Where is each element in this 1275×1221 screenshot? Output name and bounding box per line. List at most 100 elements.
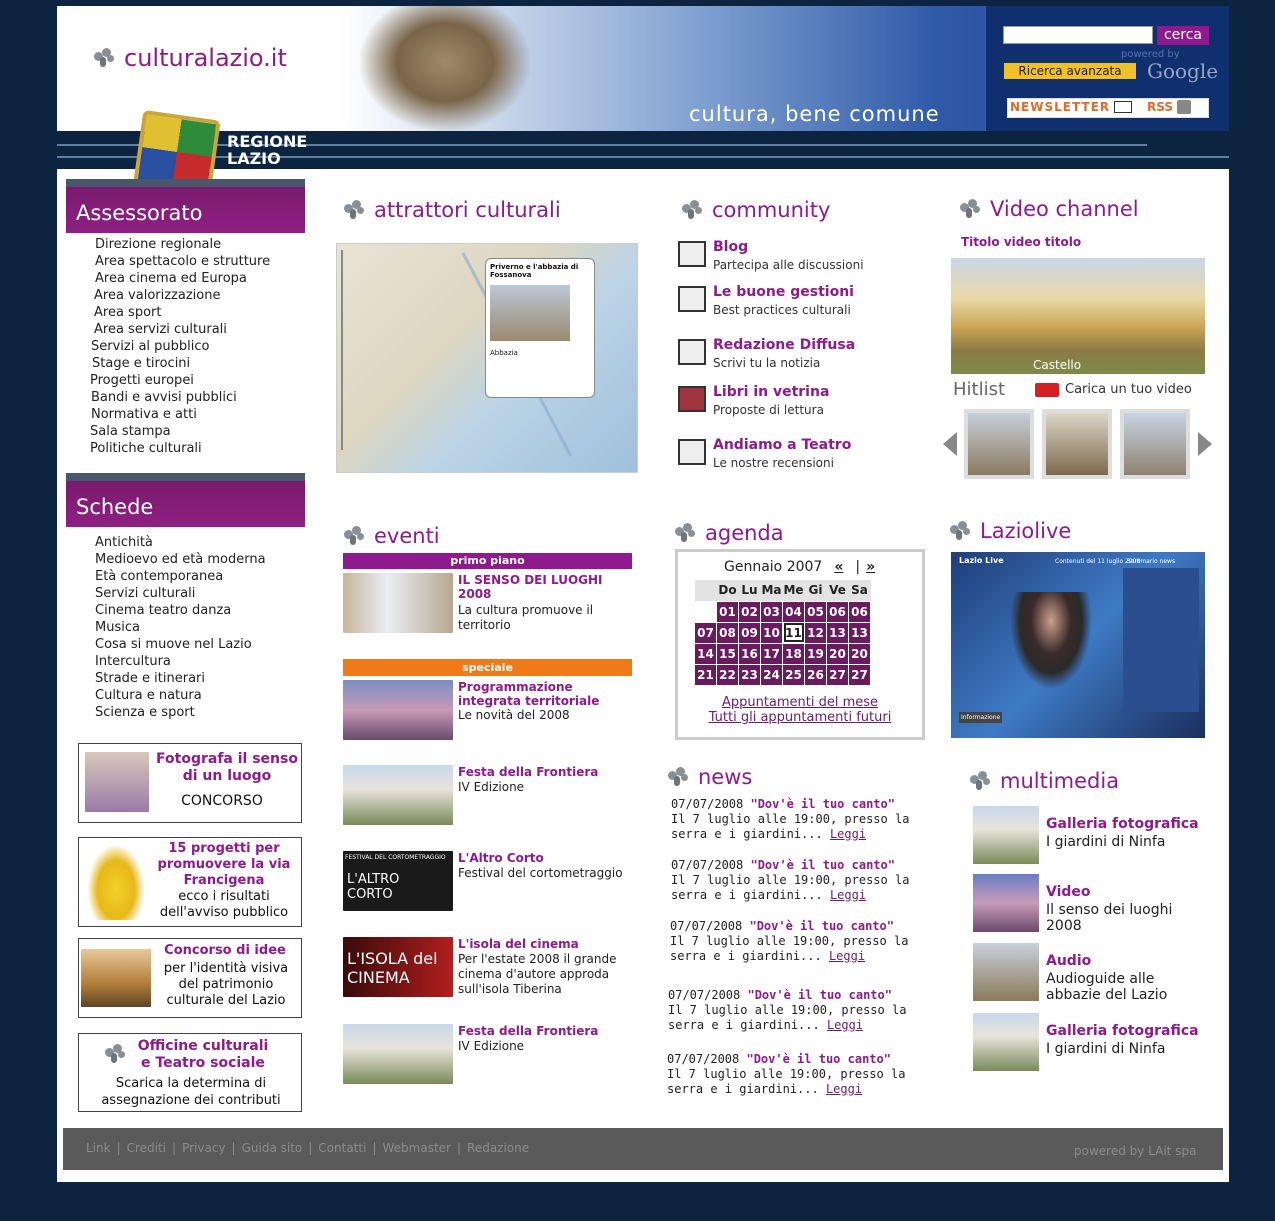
sidebar-item-schede[interactable]: Età contemporanea — [95, 568, 266, 585]
calendar-day[interactable]: 09 — [738, 621, 761, 644]
sidebar-item-schede[interactable]: Strade e itinerari — [95, 670, 266, 687]
calendar-day[interactable]: 12 — [804, 621, 827, 644]
event-image-altro-corto[interactable]: FESTIVAL DEL CORTOMETRAGGIO L'ALTRO CORT… — [343, 851, 453, 911]
event-image-frontiera-2[interactable] — [343, 1024, 453, 1084]
sidebar-item-assessorato[interactable]: Direzione regionale — [89, 236, 270, 253]
multimedia-item-title[interactable]: Video — [1046, 884, 1091, 900]
calendar-day[interactable]: 21 — [694, 663, 717, 686]
news-read-link[interactable]: Leggi — [826, 1082, 862, 1096]
calendar-day[interactable]: 20 — [848, 642, 871, 665]
calendar-day[interactable]: 04 — [782, 600, 805, 623]
calendar-day[interactable]: 03 — [760, 600, 783, 623]
calendar-day[interactable]: 01 — [716, 600, 739, 623]
search-input[interactable] — [1003, 26, 1153, 44]
event-title[interactable]: L'isola del cinema — [458, 937, 628, 951]
attrattori-map[interactable]: Priverno e l'abbazia di Fossanova Abbazi… — [336, 243, 638, 473]
sidebar-item-assessorato[interactable]: Bandi e avvisi pubblici — [89, 389, 270, 406]
footer-link[interactable]: Link — [86, 1141, 111, 1155]
news-title[interactable]: "Dov'è il tuo canto" — [746, 1052, 891, 1066]
event-title[interactable]: L'Altro Corto — [458, 851, 628, 865]
hitlist-thumb-2[interactable] — [1042, 409, 1112, 479]
calendar-day[interactable]: 27 — [826, 663, 849, 686]
calendar-prev-button[interactable]: « — [834, 559, 843, 575]
calendar-day[interactable]: 17 — [760, 642, 783, 665]
multimedia-thumb[interactable] — [973, 943, 1039, 1001]
news-read-link[interactable]: Leggi — [829, 949, 865, 963]
sidebar-item-schede[interactable]: Scienza e sport — [95, 704, 266, 721]
rss-link[interactable]: RSS — [1147, 100, 1191, 114]
event-title[interactable]: Festa della Frontiera — [458, 1024, 628, 1038]
community-item-title[interactable]: Andiamo a Teatro — [713, 437, 851, 453]
calendar-month-link[interactable]: Appuntamenti del mese — [678, 695, 922, 710]
calendar-day[interactable]: 06 — [826, 600, 849, 623]
promo-francigena[interactable]: 15 progetti per promuovere la via Franci… — [78, 837, 302, 927]
promo-officine[interactable]: Officine culturali e Teatro sociale Scar… — [78, 1033, 302, 1112]
search-button[interactable]: cerca — [1157, 26, 1209, 45]
sidebar-item-assessorato[interactable]: Area spettacolo e strutture — [89, 253, 270, 270]
calendar-day[interactable]: 07 — [694, 621, 717, 644]
news-title[interactable]: "Dov'è il tuo canto" — [750, 797, 895, 811]
calendar-day[interactable]: 26 — [804, 663, 827, 686]
sidebar-item-assessorato[interactable]: Politiche culturali — [89, 440, 270, 457]
sidebar-item-assessorato[interactable]: Stage e tirocini — [89, 355, 270, 372]
footer-link[interactable]: Privacy — [182, 1141, 225, 1155]
multimedia-item-title[interactable]: Audio — [1046, 953, 1091, 969]
video-item-title[interactable]: Titolo video titolo — [961, 235, 1081, 249]
calendar-day[interactable]: 25 — [782, 663, 805, 686]
community-item-title[interactable]: Libri in vetrina — [713, 384, 829, 400]
promo-fotografa[interactable]: Fotografa il senso di un luogo CONCORSO — [78, 743, 302, 823]
sidebar-item-assessorato[interactable]: Servizi al pubblico — [89, 338, 270, 355]
multimedia-item-title[interactable]: Galleria fotografica — [1046, 816, 1199, 832]
video-player[interactable]: Castello — [951, 258, 1205, 374]
calendar-day[interactable]: 08 — [716, 621, 739, 644]
news-title[interactable]: "Dov'è il tuo canto" — [747, 988, 892, 1002]
laziolive-player[interactable]: Lazio Live Contenuti del 11 luglio 2008 … — [951, 552, 1205, 738]
calendar-day[interactable]: 05 — [804, 600, 827, 623]
calendar-next-button[interactable]: » — [866, 559, 875, 575]
community-item-title[interactable]: Redazione Diffusa — [713, 337, 855, 353]
prev-arrow-icon[interactable] — [943, 432, 957, 456]
event-title[interactable]: Festa della Frontiera — [458, 765, 628, 779]
news-read-link[interactable]: Leggi — [827, 1018, 863, 1032]
footer-link[interactable]: Guida sito — [242, 1141, 303, 1155]
upload-video-link[interactable]: Carica un tuo video — [1035, 382, 1192, 397]
event-image-senso-luoghi[interactable] — [343, 573, 453, 633]
community-item-title[interactable]: Blog — [713, 239, 748, 255]
footer-link[interactable]: Webmaster — [382, 1141, 450, 1155]
calendar-day[interactable]: 13 — [848, 621, 871, 644]
calendar-day[interactable]: 10 — [760, 621, 783, 644]
calendar-day[interactable]: 24 — [760, 663, 783, 686]
calendar-day[interactable]: 14 — [694, 642, 717, 665]
news-read-link[interactable]: Leggi — [830, 827, 866, 841]
multimedia-thumb[interactable] — [973, 806, 1039, 864]
sidebar-item-assessorato[interactable]: Area valorizzazione — [89, 287, 270, 304]
footer-link[interactable]: Redazione — [467, 1141, 529, 1155]
event-title[interactable]: Programmazione integrata territoriale — [458, 680, 628, 708]
sidebar-item-schede[interactable]: Cultura e natura — [95, 687, 266, 704]
calendar-day[interactable]: 27 — [848, 663, 871, 686]
calendar-day[interactable]: 19 — [804, 642, 827, 665]
sidebar-item-schede[interactable]: Intercultura — [95, 653, 266, 670]
sidebar-item-assessorato[interactable]: Normativa e atti — [89, 406, 270, 423]
sidebar-item-schede[interactable]: Cinema teatro danza — [95, 602, 266, 619]
news-title[interactable]: "Dov'è il tuo canto" — [749, 919, 894, 933]
event-image-isola-cinema[interactable]: L'ISOLA del CINEMA — [343, 937, 453, 997]
sidebar-item-assessorato[interactable]: Area servizi culturali — [89, 321, 270, 338]
advanced-search-button[interactable]: Ricerca avanzata — [1004, 63, 1136, 79]
calendar-day[interactable]: 22 — [716, 663, 739, 686]
footer-link[interactable]: Crediti — [127, 1141, 166, 1155]
sidebar-item-assessorato[interactable]: Progetti europei — [89, 372, 270, 389]
multimedia-thumb[interactable] — [973, 1013, 1039, 1071]
sidebar-item-schede[interactable]: Servizi culturali — [95, 585, 266, 602]
calendar-day[interactable]: 11 — [782, 621, 805, 644]
sidebar-item-assessorato[interactable]: Sala stampa — [89, 423, 270, 440]
calendar-day[interactable]: 23 — [738, 663, 761, 686]
next-arrow-icon[interactable] — [1198, 432, 1212, 456]
map-zoom-control[interactable] — [341, 250, 351, 450]
sidebar-item-schede[interactable]: Cosa si muove nel Lazio — [95, 636, 266, 653]
community-item-title[interactable]: Le buone gestioni — [713, 284, 854, 300]
news-title[interactable]: "Dov'è il tuo canto" — [750, 858, 895, 872]
calendar-day[interactable]: 02 — [738, 600, 761, 623]
sidebar-item-assessorato[interactable]: Area cinema ed Europa — [89, 270, 270, 287]
calendar-day[interactable]: 06 — [848, 600, 871, 623]
